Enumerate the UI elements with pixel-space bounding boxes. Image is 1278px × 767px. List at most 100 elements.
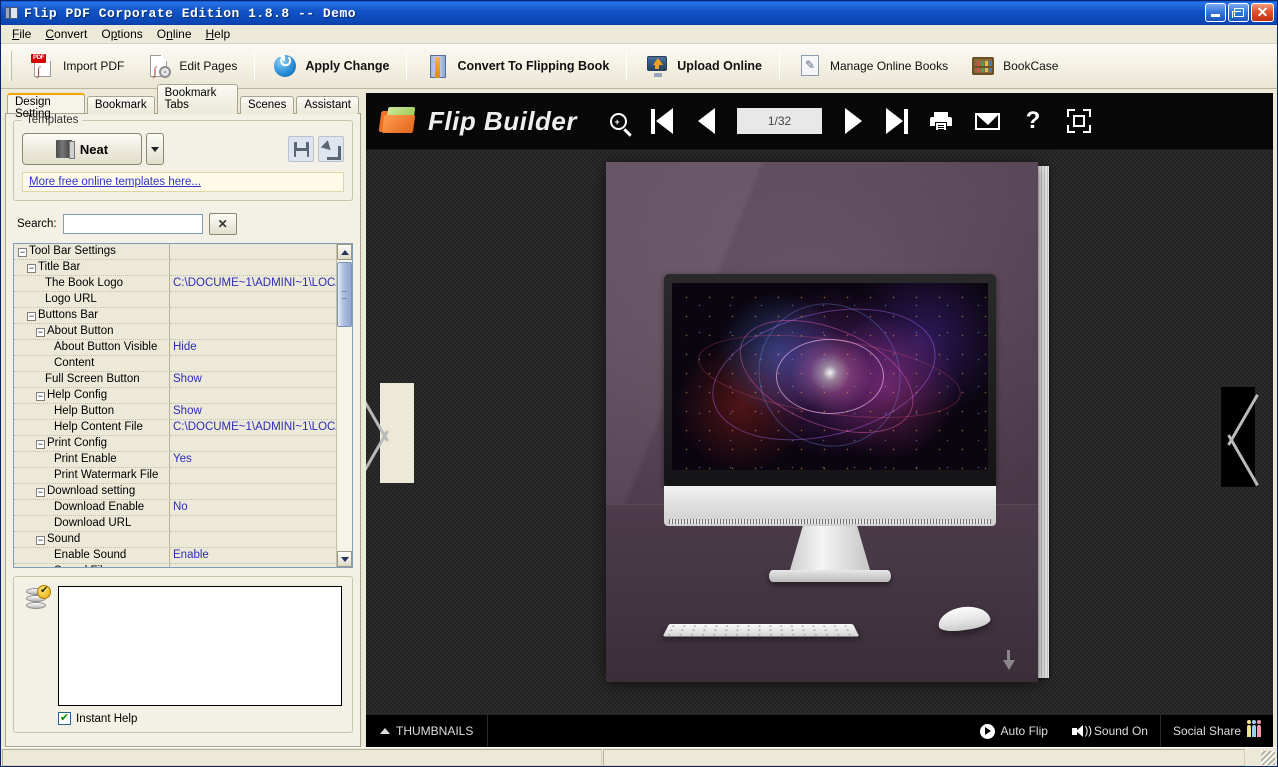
resize-grip[interactable]: [1261, 750, 1275, 765]
auto-flip-button[interactable]: Auto Flip: [968, 715, 1060, 747]
property-row[interactable]: − About Button: [14, 324, 336, 340]
property-row[interactable]: Sound File: [14, 564, 336, 567]
menu-online[interactable]: Online: [150, 25, 199, 43]
clear-search-button[interactable]: ✕: [208, 213, 237, 235]
previous-page-arrow[interactable]: [366, 382, 414, 483]
tab-scenes[interactable]: Scenes: [239, 96, 295, 114]
expander-icon[interactable]: −: [36, 488, 45, 497]
property-value[interactable]: [170, 564, 336, 567]
property-value[interactable]: [170, 484, 336, 500]
tab-bookmark-tabs[interactable]: Bookmark Tabs: [156, 84, 238, 114]
property-value[interactable]: No: [170, 500, 336, 516]
menu-options[interactable]: Options: [94, 25, 149, 43]
book-page-1[interactable]: [606, 162, 1038, 682]
property-value[interactable]: [170, 292, 336, 308]
apply-change-button[interactable]: Apply Change: [261, 47, 400, 85]
property-value[interactable]: C:\DOCUME~1\ADMINI~1\LOCAL...: [170, 276, 336, 292]
expander-icon[interactable]: −: [36, 440, 45, 449]
property-row[interactable]: Download URL: [14, 516, 336, 532]
minimize-button[interactable]: [1205, 3, 1226, 22]
property-row[interactable]: Print Watermark File: [14, 468, 336, 484]
restore-button[interactable]: [1228, 3, 1249, 22]
convert-to-flipping-book-button[interactable]: Convert To Flipping Book: [413, 47, 620, 85]
import-template-button[interactable]: [318, 136, 344, 162]
page-indicator[interactable]: 1/32: [737, 108, 822, 134]
menu-convert[interactable]: Convert: [38, 25, 94, 43]
property-value[interactable]: Show: [170, 404, 336, 420]
property-value[interactable]: [170, 468, 336, 484]
template-select-button[interactable]: Neat: [22, 133, 142, 165]
property-value[interactable]: Yes: [170, 452, 336, 468]
more-templates-link[interactable]: More free online templates here...: [29, 176, 201, 188]
property-value[interactable]: Hide: [170, 340, 336, 356]
close-button[interactable]: ✕: [1251, 3, 1274, 22]
social-share-button[interactable]: Social Share: [1159, 715, 1273, 747]
page-corner-arrow-icon[interactable]: [1000, 650, 1018, 672]
search-input[interactable]: [62, 214, 203, 234]
print-icon[interactable]: [926, 106, 956, 136]
previous-page-icon[interactable]: [691, 106, 721, 136]
first-page-icon[interactable]: [649, 106, 675, 136]
property-row[interactable]: − Title Bar: [14, 260, 336, 276]
toolbar-grip[interactable]: [9, 51, 12, 81]
expander-icon[interactable]: −: [27, 312, 36, 321]
property-row[interactable]: − Print Config: [14, 436, 336, 452]
last-page-icon[interactable]: [884, 106, 910, 136]
next-page-arrow[interactable]: [1221, 386, 1259, 487]
property-row[interactable]: Print Enable Yes: [14, 452, 336, 468]
next-page-icon[interactable]: [838, 106, 868, 136]
property-row[interactable]: Full Screen Button Show: [14, 372, 336, 388]
property-value[interactable]: [170, 388, 336, 404]
import-pdf-button[interactable]: ∫ PDF Import PDF: [19, 47, 135, 85]
help-icon[interactable]: ?: [1018, 106, 1048, 136]
expander-icon[interactable]: −: [36, 392, 45, 401]
fullscreen-icon[interactable]: [1064, 106, 1094, 136]
expander-icon[interactable]: −: [36, 536, 45, 545]
scroll-up-button[interactable]: [337, 244, 352, 260]
email-icon[interactable]: [972, 106, 1002, 136]
flipbook[interactable]: [606, 162, 1049, 682]
bookcase-button[interactable]: BookCase: [959, 47, 1069, 85]
manage-online-books-button[interactable]: Manage Online Books: [786, 47, 959, 85]
property-value[interactable]: [170, 244, 336, 260]
thumbnails-button[interactable]: THUMBNAILS: [366, 715, 489, 747]
property-value[interactable]: [170, 260, 336, 276]
property-grid-scrollbar[interactable]: [336, 244, 352, 567]
property-row[interactable]: The Book LogoC:\DOCUME~1\ADMINI~1\LOCAL.…: [14, 276, 336, 292]
tab-bookmark[interactable]: Bookmark: [86, 96, 155, 114]
upload-online-button[interactable]: Upload Online: [633, 47, 773, 85]
property-row[interactable]: Content: [14, 356, 336, 372]
property-row[interactable]: − Sound: [14, 532, 336, 548]
property-row[interactable]: About Button Visible Hide: [14, 340, 336, 356]
property-value[interactable]: [170, 436, 336, 452]
property-value[interactable]: [170, 356, 336, 372]
property-row[interactable]: Logo URL: [14, 292, 336, 308]
menu-help[interactable]: Help: [199, 25, 238, 43]
property-grid-rows[interactable]: − Tool Bar Settings − Title Bar The Book Log…: [14, 244, 336, 567]
property-row[interactable]: Help Content File C:\DOCUME~1\ADMINI~1\LO…: [14, 420, 336, 436]
menu-file[interactable]: File: [5, 25, 38, 43]
scrollbar-track[interactable]: [337, 260, 352, 551]
property-row[interactable]: − Buttons Bar: [14, 308, 336, 324]
tab-design-setting[interactable]: Design Setting: [7, 93, 85, 120]
expander-icon[interactable]: −: [27, 264, 36, 273]
property-value[interactable]: [170, 516, 336, 532]
property-value[interactable]: [170, 308, 336, 324]
property-row[interactable]: − Help Config: [14, 388, 336, 404]
property-row[interactable]: Enable Sound Enable: [14, 548, 336, 564]
edit-pages-button[interactable]: ∫ Edit Pages: [135, 47, 248, 85]
template-dropdown-button[interactable]: [146, 133, 164, 165]
zoom-in-icon[interactable]: +: [603, 106, 633, 136]
property-value[interactable]: [170, 324, 336, 340]
property-value[interactable]: C:\DOCUME~1\ADMINI~1\LOCAL...: [170, 420, 336, 436]
property-row[interactable]: − Download setting: [14, 484, 336, 500]
property-value[interactable]: Show: [170, 372, 336, 388]
tab-assistant[interactable]: Assistant: [296, 96, 359, 114]
scrollbar-thumb[interactable]: [337, 262, 352, 327]
property-row[interactable]: Help Button Show: [14, 404, 336, 420]
sound-toggle-button[interactable]: )) Sound On: [1060, 715, 1160, 747]
property-row[interactable]: Download Enable No: [14, 500, 336, 516]
instant-help-checkbox[interactable]: ✔: [58, 712, 71, 725]
property-value[interactable]: [170, 532, 336, 548]
expander-icon[interactable]: −: [36, 328, 45, 337]
